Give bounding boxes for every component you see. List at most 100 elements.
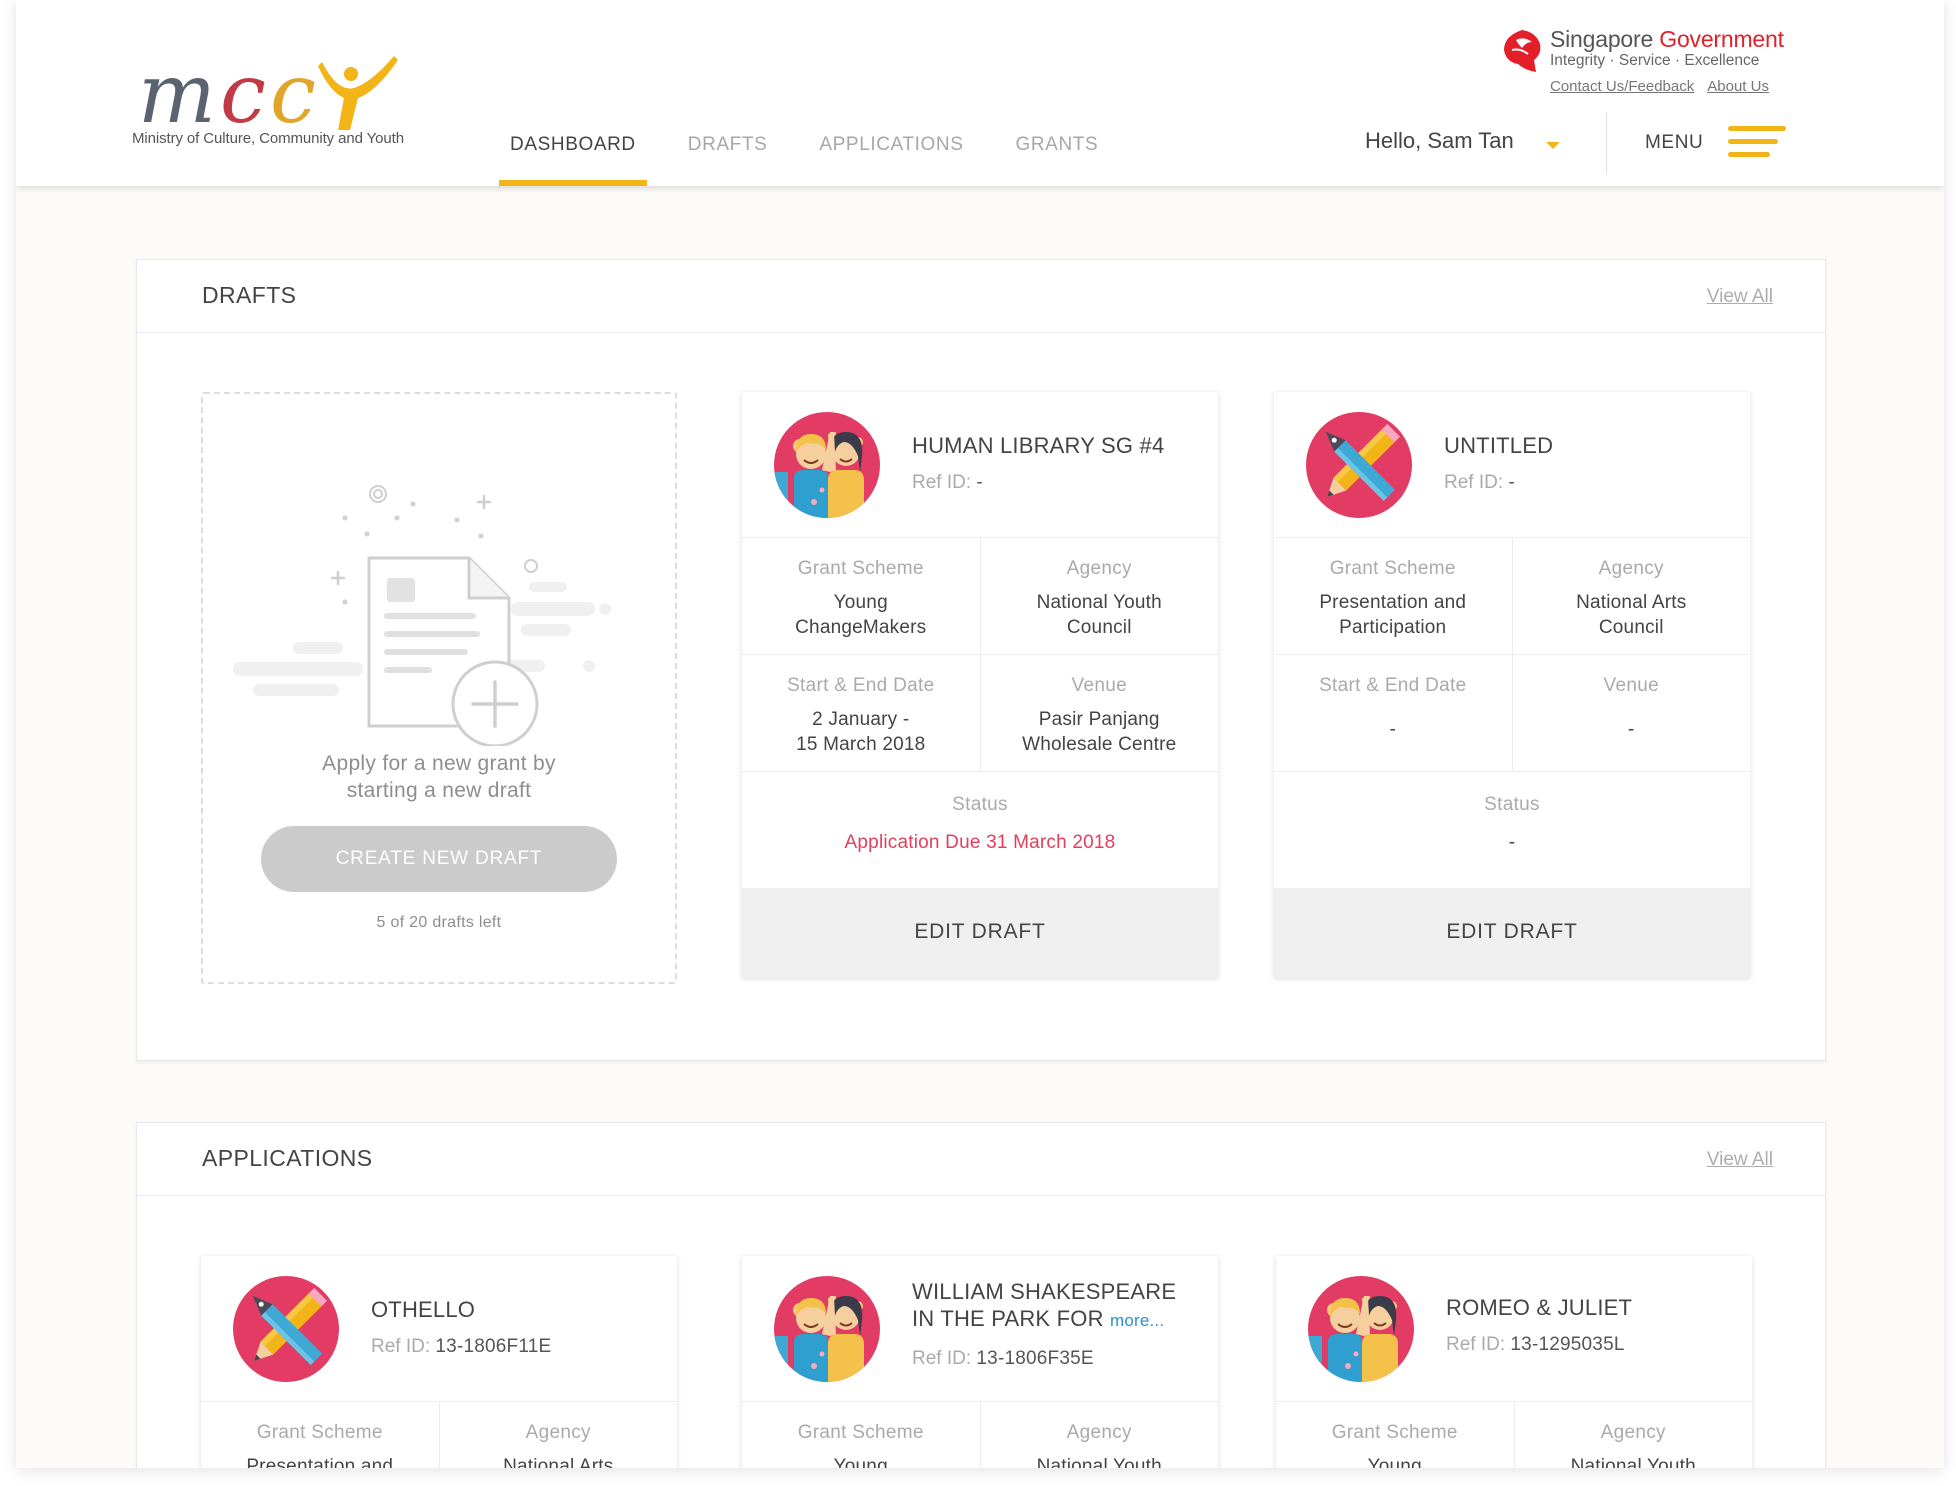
edit-draft-button[interactable]: EDIT DRAFT xyxy=(1274,888,1750,978)
gov-title: Singapore Government xyxy=(1550,26,1784,53)
chevron-down-icon[interactable] xyxy=(1546,142,1560,149)
applications-section-title: APPLICATIONS xyxy=(202,1145,373,1171)
pen-pencil-icon xyxy=(233,1276,339,1382)
card-title: WILLIAM SHAKESPEARE IN THE PARK FOR more… xyxy=(912,1278,1198,1334)
grant-scheme-line-2: ChangeMakers xyxy=(795,617,927,638)
people-high-five-icon xyxy=(774,412,880,518)
drafts-section-header: DRAFTS View All xyxy=(137,260,1825,333)
svg-text:c: c xyxy=(270,52,315,132)
menu-label[interactable]: MENU xyxy=(1645,132,1703,154)
card-ref-id: Ref ID: - xyxy=(1444,470,1515,495)
lion-head-icon xyxy=(1504,30,1541,72)
ref-id-label: Ref ID: xyxy=(1446,1334,1506,1355)
create-new-draft-button[interactable]: CREATE NEW DRAFT xyxy=(261,826,617,892)
grant-scheme-value: Presentation and Participation xyxy=(1274,590,1512,640)
card-row: Start & End Date - Venue - xyxy=(1274,655,1750,772)
agency-label: Agency xyxy=(1600,1422,1666,1443)
venue-value: Pasir Panjang Wholesale Centre xyxy=(981,707,1219,757)
card-header: WILLIAM SHAKESPEARE IN THE PARK FOR more… xyxy=(742,1256,1218,1402)
new-document-illustration xyxy=(233,485,611,746)
agency-value: National Arts xyxy=(503,1456,614,1468)
venue-label: Venue xyxy=(1071,675,1127,696)
card-ref-id: Ref ID: 13-1295035L xyxy=(1446,1332,1625,1357)
grant-scheme-label: Grant Scheme xyxy=(256,1422,383,1443)
singapore-government-brand: Singapore Government Integrity · Service… xyxy=(1502,26,1808,106)
agency-line-2: Council xyxy=(1066,617,1132,638)
date-cell: Start & End Date - xyxy=(1274,655,1512,771)
grant-scheme-cell: Grant Scheme Presentation and xyxy=(201,1402,439,1468)
agency-cell: Agency National Youth xyxy=(979,1402,1219,1468)
applications-view-all-link[interactable]: View All xyxy=(1707,1149,1773,1171)
contact-feedback-link[interactable]: Contact Us/Feedback xyxy=(1550,78,1694,95)
svg-text:m: m xyxy=(138,52,211,132)
nav-dashboard[interactable]: DASHBOARD xyxy=(499,130,647,186)
mccy-logo[interactable]: m c c Ministry of Culture, Community and… xyxy=(132,52,452,152)
agency-line-2: Council xyxy=(1598,617,1664,638)
agency-cell: Agency National Youth Council xyxy=(979,538,1219,654)
agency-value: National Youth xyxy=(1036,1456,1162,1468)
drafts-section-title: DRAFTS xyxy=(202,282,297,308)
grant-scheme-cell: Grant Scheme Young xyxy=(742,1402,980,1468)
card-row: Grant Scheme Young Agency National Youth xyxy=(1276,1402,1752,1468)
ref-id-value: 13-1806F35E xyxy=(976,1348,1094,1369)
card-row: Grant Scheme Presentation and Agency Nat… xyxy=(201,1402,677,1468)
hamburger-menu-icon[interactable] xyxy=(1728,124,1788,160)
application-card[interactable]: WILLIAM SHAKESPEARE IN THE PARK FOR more… xyxy=(742,1256,1218,1468)
card-header: HUMAN LIBRARY SG #4 Ref ID: - xyxy=(742,392,1218,538)
agency-line-1: National Arts xyxy=(1576,592,1687,613)
nav-drafts[interactable]: DRAFTS xyxy=(677,130,779,186)
nav-grants[interactable]: GRANTS xyxy=(1004,130,1109,186)
page-frame: m c c Ministry of Culture, Community and… xyxy=(16,0,1944,1468)
about-us-link[interactable]: About Us xyxy=(1707,78,1769,95)
grant-scheme-value: Young xyxy=(833,1456,888,1468)
agency-label: Agency xyxy=(1598,558,1664,579)
nav-applications[interactable]: APPLICATIONS xyxy=(808,130,974,186)
application-card[interactable]: OTHELLO Ref ID: 13-1806F11E Grant Scheme… xyxy=(201,1256,677,1468)
people-high-five-icon xyxy=(1308,1276,1414,1382)
ref-id-value: 13-1295035L xyxy=(1510,1334,1625,1355)
agency-value: National Youth Council xyxy=(981,590,1219,640)
gov-title-a: Singapore xyxy=(1550,26,1660,52)
user-greeting[interactable]: Hello, Sam Tan xyxy=(1365,128,1514,154)
mccy-logo-mark: m c c xyxy=(138,52,398,132)
gov-title-b: Government xyxy=(1659,26,1784,52)
edit-draft-button[interactable]: EDIT DRAFT xyxy=(742,888,1218,978)
ref-id-label: Ref ID: xyxy=(371,1336,431,1357)
card-header: ROMEO & JULIET Ref ID: 13-1295035L xyxy=(1276,1256,1752,1402)
card-title-line-2: IN THE PARK FOR more... xyxy=(912,1305,1198,1334)
date-label: Start & End Date xyxy=(787,675,935,696)
date-value: - xyxy=(1389,719,1397,740)
drafts-view-all-link[interactable]: View All xyxy=(1707,286,1773,308)
application-card[interactable]: ROMEO & JULIET Ref ID: 13-1295035L Grant… xyxy=(1276,1256,1752,1468)
card-title-line-2-text: IN THE PARK FOR xyxy=(912,1306,1104,1331)
card-ref-id: Ref ID: - xyxy=(912,470,983,495)
status-block: Status Application Due 31 March 2018 xyxy=(742,772,1218,888)
card-ref-id: Ref ID: 13-1806F11E xyxy=(371,1334,551,1359)
drafts-left-count: 5 of 20 drafts left xyxy=(376,914,502,931)
date-line-2: 15 March 2018 xyxy=(796,734,926,755)
draft-card: UNTITLED Ref ID: - Grant Scheme Presenta… xyxy=(1274,392,1750,978)
more-link[interactable]: more... xyxy=(1110,1311,1164,1330)
date-cell: Start & End Date 2 January - 15 March 201… xyxy=(742,655,980,771)
date-line-1: 2 January - xyxy=(812,709,910,730)
main-nav: DASHBOARD DRAFTS APPLICATIONS GRANTS xyxy=(499,130,1139,186)
card-row: Grant Scheme Presentation and Participati… xyxy=(1274,538,1750,655)
venue-cell: Venue - xyxy=(1511,655,1751,771)
card-ref-id: Ref ID: 13-1806F35E xyxy=(912,1346,1094,1371)
grant-scheme-line-1: Young xyxy=(833,592,888,613)
card-row: Grant Scheme Young Agency National Youth xyxy=(742,1402,1218,1468)
header-divider xyxy=(1606,112,1607,174)
grant-scheme-value: Young xyxy=(1367,1456,1422,1468)
venue-cell: Venue Pasir Panjang Wholesale Centre xyxy=(979,655,1219,771)
agency-label: Agency xyxy=(525,1422,591,1443)
status-label: Status xyxy=(952,794,1008,815)
grant-scheme-value: Presentation and xyxy=(246,1456,394,1468)
ref-id-value: - xyxy=(1508,472,1515,493)
venue-line-2: Wholesale Centre xyxy=(1022,734,1177,755)
venue-label: Venue xyxy=(1603,675,1659,696)
grant-scheme-label: Grant Scheme xyxy=(797,558,924,579)
agency-cell: Agency National Arts xyxy=(438,1402,678,1468)
agency-value: National Arts Council xyxy=(1513,590,1751,640)
grant-scheme-cell: Grant Scheme Presentation and Participati… xyxy=(1274,538,1512,654)
agency-cell: Agency National Youth xyxy=(1513,1402,1753,1468)
